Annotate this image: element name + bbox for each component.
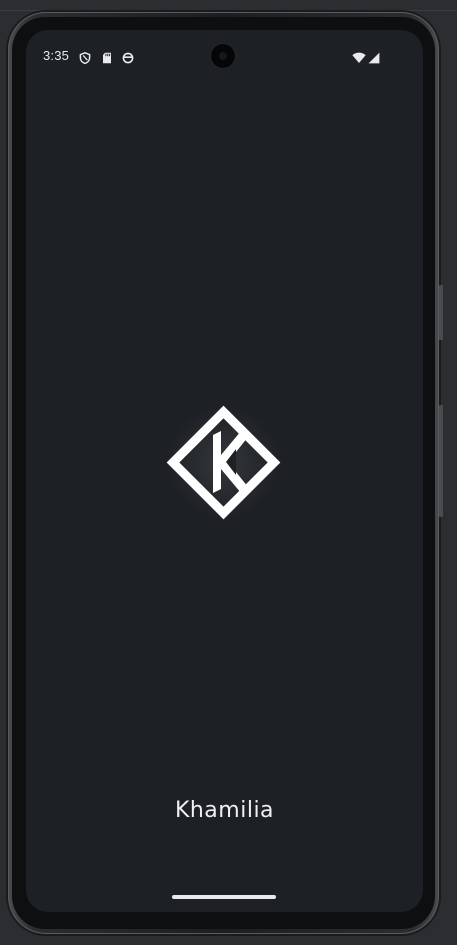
device-screen: 3:35 Khamilia <box>26 30 423 912</box>
app-name: Khamilia <box>174 798 275 823</box>
toolbar-edge <box>0 0 457 11</box>
wifi-icon <box>352 49 366 63</box>
cell-signal-icon <box>368 49 380 64</box>
camera-lens <box>219 52 227 60</box>
status-time: 3:35 <box>43 48 70 63</box>
emulator-stage: 3:35 Khamilia <box>0 0 457 945</box>
home-indicator[interactable] <box>172 895 276 899</box>
khamilia-logo-icon <box>166 405 281 520</box>
front-camera <box>211 44 235 68</box>
shield-icon <box>79 49 91 65</box>
sd-card-icon <box>101 49 113 64</box>
status-bar: 3:35 <box>26 30 423 82</box>
volume-button[interactable] <box>439 405 443 517</box>
power-button[interactable] <box>439 285 443 340</box>
sync-icon <box>122 49 134 64</box>
